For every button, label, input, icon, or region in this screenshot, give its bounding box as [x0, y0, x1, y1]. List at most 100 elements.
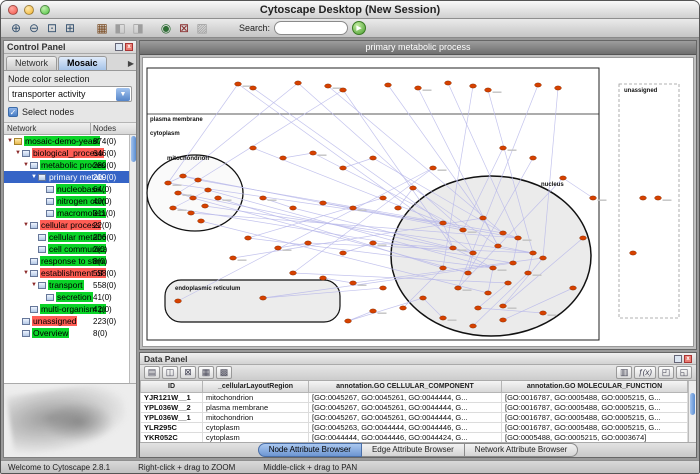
table-column-header[interactable]: ID: [141, 381, 203, 392]
network-node[interactable]: [440, 316, 447, 320]
tab-node-attribute-browser[interactable]: Node Attribute Browser: [258, 443, 362, 457]
expander-icon[interactable]: ▼: [14, 150, 22, 156]
node-color-select[interactable]: transporter activity ▼: [8, 86, 132, 102]
tree-row[interactable]: ▼biological_process646(0): [4, 147, 129, 159]
unselect-all-attributes-icon[interactable]: ▩: [216, 366, 232, 379]
network-node[interactable]: [280, 156, 287, 160]
tree-row[interactable]: ▼transport558(0): [4, 279, 129, 291]
tree-row[interactable]: ▼cellular process22(0): [4, 219, 129, 231]
network-node[interactable]: [640, 196, 647, 200]
network-node[interactable]: [500, 231, 507, 235]
float-data-panel-icon[interactable]: [674, 355, 682, 363]
table-column-header[interactable]: annotation.GO MOLECULAR_FUNCTION: [502, 381, 688, 392]
tree-scrollbar-thumb[interactable]: [131, 136, 136, 162]
network-node[interactable]: [230, 256, 237, 260]
create-attribute-icon[interactable]: ◫: [162, 366, 178, 379]
network-node[interactable]: [510, 261, 517, 265]
network-node[interactable]: [235, 82, 242, 86]
network-node[interactable]: [500, 146, 507, 150]
network-node[interactable]: [535, 83, 542, 87]
network-node[interactable]: [525, 271, 532, 275]
tree-row[interactable]: ▼mosaic-demo-yeast874(0): [4, 135, 129, 147]
network-node[interactable]: [555, 86, 562, 90]
network-node[interactable]: [500, 304, 507, 308]
network-node[interactable]: [440, 266, 447, 270]
expander-icon[interactable]: ▼: [30, 174, 38, 180]
select-nodes-checkbox[interactable]: ✓: [8, 107, 18, 117]
network-node[interactable]: [450, 246, 457, 250]
tree-row[interactable]: nucleobase...64(0): [4, 183, 129, 195]
table-row[interactable]: YLR295Ccytoplasm[GO:0045263, GO:0044444,…: [141, 422, 688, 432]
search-input[interactable]: [274, 21, 348, 35]
tab-network-attribute-browser[interactable]: Network Attribute Browser: [465, 443, 578, 457]
network-node[interactable]: [430, 166, 437, 170]
minimize-window-button[interactable]: [24, 5, 34, 15]
table-column-header[interactable]: annotation.GO CELLULAR_COMPONENT: [309, 381, 502, 392]
network-node[interactable]: [460, 228, 467, 232]
network-node[interactable]: [250, 86, 257, 90]
network-node[interactable]: [175, 299, 182, 303]
close-panel-icon[interactable]: x: [125, 43, 133, 51]
network-node[interactable]: [490, 266, 497, 270]
network-node[interactable]: [320, 201, 327, 205]
destroy-network-icon[interactable]: ⊠: [175, 20, 193, 36]
network-node[interactable]: [170, 206, 177, 210]
network-node[interactable]: [400, 306, 407, 310]
network-node[interactable]: [415, 86, 422, 90]
network-node[interactable]: [480, 216, 487, 220]
network-node[interactable]: [320, 276, 327, 280]
network-node[interactable]: [350, 206, 357, 210]
new-network-from-selection-icon[interactable]: ◉: [157, 20, 175, 36]
network-node[interactable]: [380, 286, 387, 290]
tree-row[interactable]: unassigned223(0): [4, 315, 129, 327]
tab-overflow-icon[interactable]: ▶: [128, 59, 134, 70]
network-node[interactable]: [485, 291, 492, 295]
select-all-attributes-icon[interactable]: ▦: [198, 366, 214, 379]
network-node[interactable]: [440, 221, 447, 225]
network-node[interactable]: [410, 186, 417, 190]
zoom-out-icon[interactable]: ⊖: [25, 20, 43, 36]
network-node[interactable]: [540, 256, 547, 260]
network-node[interactable]: [260, 296, 267, 300]
network-node[interactable]: [370, 241, 377, 245]
network-node[interactable]: [560, 176, 567, 180]
network-node[interactable]: [325, 84, 332, 88]
open-attributes-icon[interactable]: ◱: [676, 366, 692, 379]
network-node[interactable]: [630, 251, 637, 255]
network-node[interactable]: [530, 251, 537, 255]
network-node[interactable]: [590, 196, 597, 200]
function-builder-icon[interactable]: ƒ(x): [634, 366, 656, 379]
network-node[interactable]: [370, 156, 377, 160]
tab-network[interactable]: Network: [6, 56, 57, 70]
network-node[interactable]: [290, 271, 297, 275]
network-node[interactable]: [395, 206, 402, 210]
delete-attribute-icon[interactable]: ⊠: [180, 366, 196, 379]
network-node[interactable]: [340, 251, 347, 255]
network-node[interactable]: [475, 306, 482, 310]
network-canvas[interactable]: plasma membranecytoplasmmitochondrionnuc…: [142, 57, 694, 347]
network-node[interactable]: [500, 318, 507, 322]
network-view-title[interactable]: primary metabolic process: [140, 41, 696, 55]
network-node[interactable]: [340, 88, 347, 92]
network-node[interactable]: [190, 196, 197, 200]
network-node[interactable]: [380, 196, 387, 200]
network-node[interactable]: [530, 156, 537, 160]
network-node[interactable]: [485, 88, 492, 92]
tree-row[interactable]: ▼establishment of lo...558(0): [4, 267, 129, 279]
network-node[interactable]: [198, 219, 205, 223]
search-go-button[interactable]: ▶: [352, 21, 366, 35]
table-scrollbar-thumb[interactable]: [690, 393, 695, 415]
tree-row[interactable]: secretion41(0): [4, 291, 129, 303]
network-node[interactable]: [245, 236, 252, 240]
table-row[interactable]: YJR121W__1mitochondrion[GO:0045267, GO:0…: [141, 392, 688, 402]
table-column-header[interactable]: _cellularLayoutRegion: [203, 381, 309, 392]
table-scrollbar[interactable]: [688, 381, 696, 442]
tree-row[interactable]: cell communicat...2(0): [4, 243, 129, 255]
tree-header-nodes[interactable]: Nodes: [91, 123, 136, 134]
network-node[interactable]: [470, 84, 477, 88]
network-node[interactable]: [470, 251, 477, 255]
tab-mosaic[interactable]: Mosaic: [58, 56, 107, 70]
expander-icon[interactable]: ▼: [30, 282, 38, 288]
network-node[interactable]: [345, 319, 352, 323]
tree-row[interactable]: response to stimul...8(0): [4, 255, 129, 267]
